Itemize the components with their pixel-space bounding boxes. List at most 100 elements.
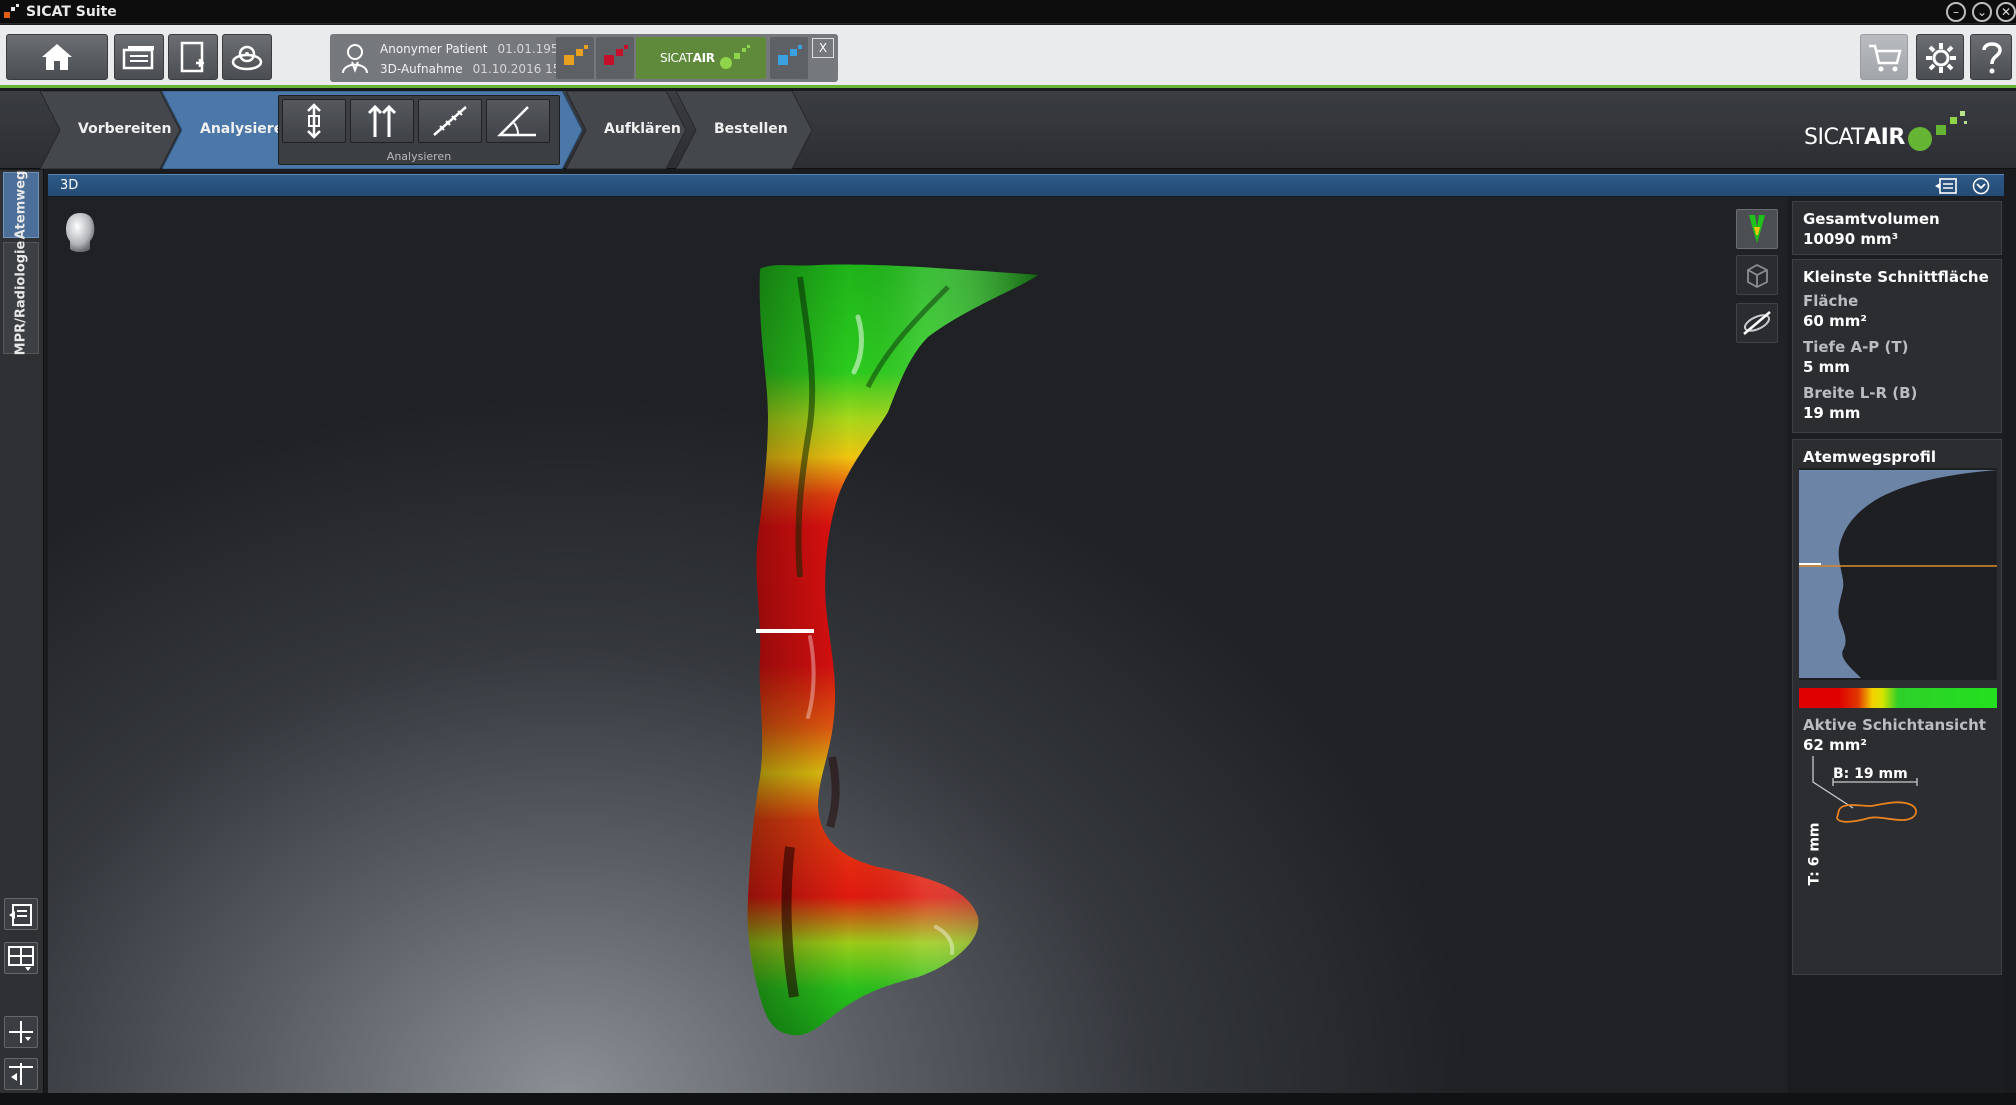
step-label: Aufklären	[604, 121, 681, 137]
main-toolbar: Anonymer Patient 01.01.1955 3D-Aufnahme 01…	[0, 25, 2016, 88]
shopping-cart-icon	[1869, 44, 1902, 72]
module-red-icon	[604, 45, 628, 65]
total-volume-card: Gesamtvolumen 10090 mm³	[1792, 201, 2002, 255]
module-tile-blue[interactable]	[770, 37, 808, 79]
scan-info-line: 3D-Aufnahme 01.10.2016 15:56	[380, 62, 580, 76]
step-label: Vorbereiten	[78, 121, 172, 137]
analysis-tools-group: Analysieren	[278, 95, 560, 165]
color-scale-bar	[1799, 688, 1997, 708]
depth-label: Tiefe A-P (T)	[1803, 338, 1909, 356]
split-left-icon	[9, 1063, 33, 1085]
profile-title: Atemwegsprofil	[1803, 448, 1936, 466]
view-title: 3D	[60, 178, 79, 193]
sicatair-logo-icon	[1908, 111, 1967, 151]
layout-switch-button[interactable]	[4, 942, 38, 974]
airway-profile-chart[interactable]	[1799, 468, 1997, 680]
folder-stack-icon	[122, 46, 154, 70]
view-screenshot-icon[interactable]	[1934, 177, 1958, 195]
viewport-3d[interactable]	[48, 197, 1788, 1093]
smallest-section-card: Kleinste Schnittfläche Fläche 60 mm² Tie…	[1792, 259, 2002, 433]
module-tab-sicatair[interactable]: SICATAIR	[636, 37, 766, 79]
layout-grid-icon	[8, 946, 34, 971]
screenshot-button[interactable]	[4, 898, 38, 930]
step-label: Bestellen	[714, 121, 788, 137]
brand-wordmark: SICATAIR	[1804, 125, 1905, 150]
patient-records-button[interactable]	[114, 34, 164, 80]
distance-measure-tool[interactable]	[418, 99, 482, 143]
expand-panel-button[interactable]	[4, 1058, 38, 1090]
airway-color-toggle[interactable]	[1736, 209, 1778, 249]
area-label: Fläche	[1803, 292, 1859, 310]
angle-measure-tool[interactable]	[486, 99, 550, 143]
help-button[interactable]	[1970, 34, 2012, 80]
section-width-label: B: 19 mm	[1833, 766, 1908, 782]
view-header-3d: 3D	[48, 174, 2004, 196]
help-icon	[1982, 42, 2002, 74]
measurement-panel: Gesamtvolumen 10090 mm³ Kleinste Schnitt…	[1790, 197, 2004, 1093]
view-options-chevron-icon[interactable]	[1972, 177, 1990, 195]
airway-color-icon	[1749, 215, 1765, 243]
disc-export-button[interactable]	[222, 34, 272, 80]
home-icon	[42, 44, 72, 70]
airway-region-tool[interactable]	[282, 99, 346, 143]
patient-name-line: Anonymer Patient 01.01.1955	[380, 42, 566, 56]
gear-icon	[1926, 43, 1956, 73]
total-volume-title: Gesamtvolumen	[1803, 210, 1940, 228]
tab-mpr-radiologie[interactable]: MPR/Radiologie	[3, 240, 39, 356]
double-arrow-up-icon	[367, 104, 397, 137]
section-depth-label: T: 6 mm	[1806, 822, 1823, 886]
module-tile-orange[interactable]	[556, 37, 594, 79]
module-tile-red[interactable]	[596, 37, 634, 79]
tab-label: MPR/Radiologie	[13, 240, 29, 356]
workflow-bar: Vorbereiten Analysieren Analysieren Aufk…	[0, 91, 2016, 169]
bounding-box-toggle[interactable]	[1736, 255, 1778, 295]
minimize-button[interactable]: –	[1946, 2, 1966, 22]
new-document-button[interactable]	[168, 34, 218, 80]
settings-button[interactable]	[1916, 34, 1964, 80]
close-module-button[interactable]: X	[812, 38, 834, 58]
clipping-plane-toggle[interactable]	[1736, 303, 1778, 343]
new-document-icon	[180, 41, 204, 73]
title-bar: SICAT Suite – ⌄ ✕	[0, 0, 2016, 24]
collapse-panel-button[interactable]	[4, 1016, 38, 1048]
airway-3d-model[interactable]	[48, 197, 1788, 1093]
tab-atemweg[interactable]: Atemweg	[3, 170, 39, 240]
module-blue-icon	[778, 45, 802, 65]
close-window-button[interactable]: ✕	[1996, 2, 2016, 22]
patient-avatar-icon	[342, 44, 368, 74]
airway-profile-card: Atemwegsprofil Aktive Schichtansicht 62 …	[1792, 439, 2002, 975]
home-button[interactable]	[6, 34, 108, 80]
width-value: 19 mm	[1803, 404, 1861, 422]
sicatair-module-icon	[720, 45, 750, 69]
airway-arrows-icon	[307, 103, 321, 139]
define-range-tool[interactable]	[350, 99, 414, 143]
module-tab-label: SICATAIR	[660, 51, 715, 65]
window-title: SICAT Suite	[26, 4, 117, 20]
patient-panel[interactable]: Anonymer Patient 01.01.1955 3D-Aufnahme 01…	[330, 34, 838, 82]
airway-groove	[826, 756, 840, 829]
left-tab-bar: Atemweg MPR/Radiologie	[0, 170, 44, 1105]
depth-value: 5 mm	[1803, 358, 1850, 376]
angle-icon	[496, 106, 536, 137]
min-section-title: Kleinste Schnittfläche	[1803, 268, 1989, 286]
active-slice-label: Aktive Schichtansicht	[1803, 716, 1986, 734]
total-volume-value: 10090 mm³	[1803, 230, 1899, 248]
area-value: 60 mm²	[1803, 312, 1867, 330]
ruler-icon	[433, 106, 467, 136]
tab-label: Atemweg	[13, 170, 29, 240]
sicat-logo-icon	[4, 4, 19, 18]
module-orange-icon	[564, 45, 588, 65]
clipboard-camera-icon	[9, 904, 32, 926]
width-label: Breite L-R (B)	[1803, 384, 1918, 402]
split-arrow-icon	[9, 1021, 33, 1043]
scan-type: 3D-Aufnahme	[380, 62, 463, 76]
patient-name: Anonymer Patient	[380, 42, 488, 56]
shopping-cart-button[interactable]	[1860, 34, 1908, 80]
cross-section-outline	[1836, 801, 1917, 823]
disc-icon	[231, 45, 263, 71]
maximize-button[interactable]: ⌄	[1972, 2, 1992, 22]
status-bar	[0, 1093, 2016, 1105]
clipping-plane-icon	[1743, 311, 1771, 335]
tools-group-label: Analysieren	[386, 150, 452, 163]
cube-icon	[1747, 263, 1768, 289]
